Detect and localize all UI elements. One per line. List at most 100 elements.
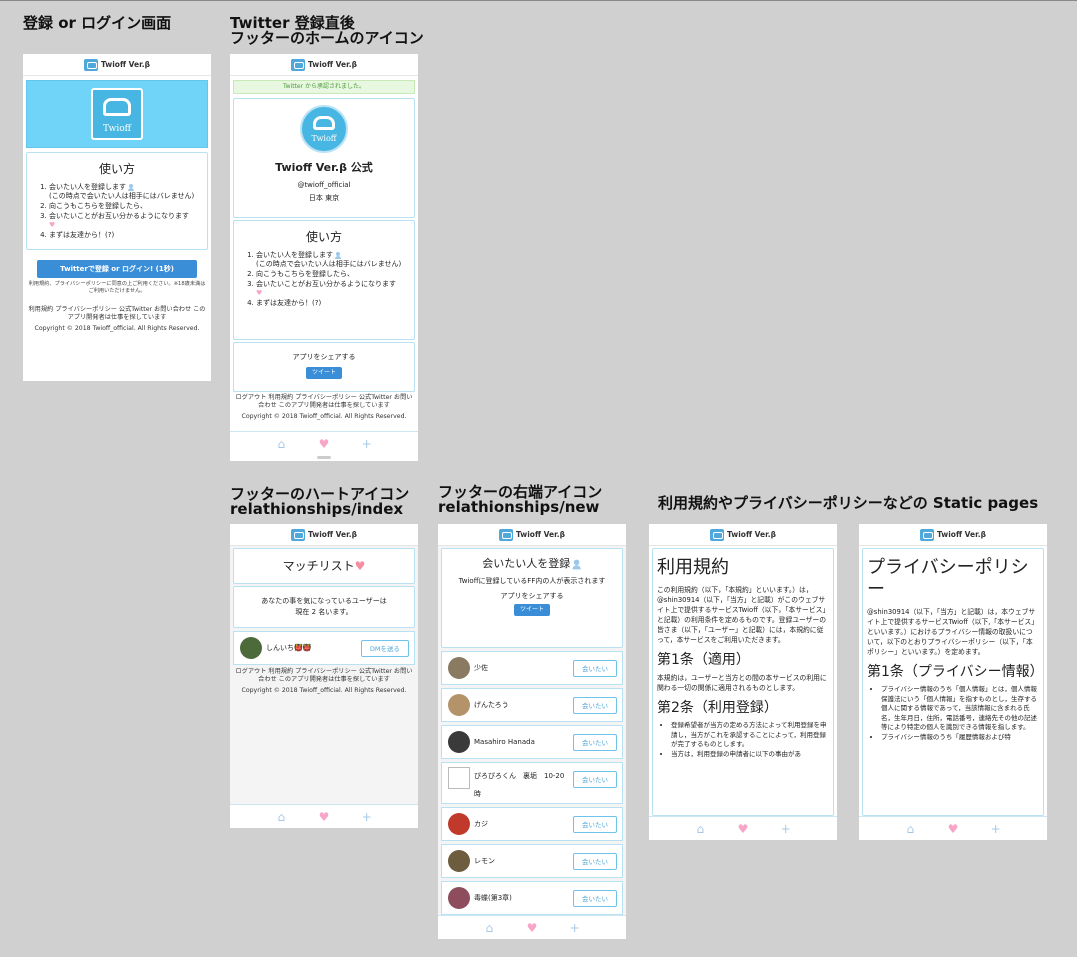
home-tab-icon[interactable]: ⌂ bbox=[271, 438, 291, 450]
dm-button[interactable]: DMを送る bbox=[360, 640, 409, 657]
screen-new-relationship: Twioff Ver.β 会いたい人を登録 Twioffに登録しているFF内の人… bbox=[438, 524, 626, 939]
tab-bar: ⌂ ♥ + bbox=[230, 804, 418, 828]
want-to-meet-button[interactable]: 会いたい bbox=[573, 734, 617, 751]
caption-heart: フッターのハートアイコン relathionships/index bbox=[230, 487, 409, 517]
home-tab-icon[interactable]: ⌂ bbox=[479, 922, 499, 934]
add-user-tab-icon[interactable]: + bbox=[776, 823, 796, 835]
app-header[interactable]: Twioff Ver.β bbox=[859, 524, 1047, 546]
usage-step: 会いたいことがお互い分かるようになります♥ bbox=[49, 212, 203, 230]
caption-line: relathionships/new bbox=[438, 498, 600, 516]
hero-banner: Twioff bbox=[26, 80, 208, 148]
matches-count: 現在 2 名います。 bbox=[295, 608, 353, 616]
user-name: カジ bbox=[474, 819, 488, 828]
user-name: Masahiro Hanada bbox=[474, 737, 535, 746]
want-to-meet-button[interactable]: 会いたい bbox=[573, 771, 617, 788]
heart-icon: ♥ bbox=[256, 289, 263, 297]
add-user-tab-icon[interactable]: + bbox=[986, 823, 1006, 835]
screen-matches: Twioff Ver.β マッチリスト♥ あなたの事を気になっているユーザーは … bbox=[230, 524, 418, 828]
avatar bbox=[448, 767, 470, 789]
flash-message: Twitter から承認されました。 bbox=[233, 80, 415, 94]
heart-tab-icon[interactable]: ♥ bbox=[522, 922, 542, 934]
want-to-meet-button[interactable]: 会いたい bbox=[573, 816, 617, 833]
logo-icon bbox=[920, 528, 935, 541]
scroll-handle[interactable] bbox=[317, 456, 331, 459]
avatar bbox=[240, 637, 262, 659]
usage-step: 会いたい人を登録します (この時点で会いたい人は相手にはバレません) bbox=[49, 183, 203, 201]
heart-tab-icon[interactable]: ♥ bbox=[733, 823, 753, 835]
share-label: アプリをシェアする bbox=[500, 592, 564, 600]
usage-step: 会いたいことがお互い分かるようになります♥ bbox=[256, 280, 410, 298]
avatar bbox=[448, 813, 470, 835]
privacy-list: プライバシー情報のうち「個人情報」とは，個人情報保護法にいう「個人情報」を指すも… bbox=[867, 685, 1039, 742]
usage-card: 使い方 会いたい人を登録します (この時点で会いたい人は相手にはバレません) 向… bbox=[26, 152, 208, 250]
want-to-meet-button[interactable]: 会いたい bbox=[573, 660, 617, 677]
caption-login: 登録 or ログイン画面 bbox=[23, 14, 172, 32]
app-header[interactable]: Twioff Ver.β bbox=[649, 524, 837, 546]
want-to-meet-button[interactable]: 会いたい bbox=[573, 890, 617, 907]
heart-tab-icon[interactable]: ♥ bbox=[314, 811, 334, 823]
app-header[interactable]: Twioff Ver.β bbox=[230, 54, 418, 76]
tweet-button[interactable]: ツイート bbox=[305, 367, 342, 379]
user-name: 毒蝶(第3章) bbox=[474, 893, 512, 902]
heart-tab-icon[interactable]: ♥ bbox=[943, 823, 963, 835]
logo-icon bbox=[84, 58, 99, 71]
home-tab-icon[interactable]: ⌂ bbox=[271, 811, 291, 823]
terms-article-heading: 第1条（適用） bbox=[657, 652, 750, 668]
usage-steps: 会いたい人を登録します (この時点で会いたい人は相手にはバレません) 向こうもこ… bbox=[238, 251, 410, 308]
avatar bbox=[448, 887, 470, 909]
match-row[interactable]: しんいち👹👹 DMを送る bbox=[233, 631, 415, 665]
footer-links[interactable]: 利用規約 プライバシーポリシー 公式Twitter お問い合わせ このアプリ開発… bbox=[23, 303, 211, 325]
screen-profile: Twioff Ver.β Twitter から承認されました。 Twioff T… bbox=[230, 54, 418, 461]
tweet-button[interactable]: ツイート bbox=[513, 604, 550, 616]
app-header[interactable]: Twioff Ver.β bbox=[230, 524, 418, 546]
add-user-tab-icon[interactable]: + bbox=[565, 922, 585, 934]
screen-login: Twioff Ver.β Twioff 使い方 会いたい人を登録します (この時… bbox=[23, 54, 211, 381]
add-user-tab-icon[interactable]: + bbox=[357, 811, 377, 823]
list-item: プライバシー情報のうち「履歴情報および特 bbox=[881, 733, 1039, 743]
want-to-meet-button[interactable]: 会いたい bbox=[573, 853, 617, 870]
app-header[interactable]: Twioff Ver.β bbox=[438, 524, 626, 546]
new-desc: Twioffに登録しているFF内の人が表示されます bbox=[458, 577, 606, 585]
footer-links[interactable]: ログアウト 利用規約 プライバシーポリシー 公式Twitter お問い合わせ こ… bbox=[230, 394, 418, 413]
profile-location: 日本 東京 bbox=[308, 194, 340, 202]
new-relationship-card: 会いたい人を登録 Twioffに登録しているFF内の人が表示されます アプリをシ… bbox=[441, 548, 623, 648]
twitter-login-button[interactable]: Twitterで登録 or ログイン! (1秒) bbox=[37, 260, 197, 278]
add-user-icon bbox=[572, 559, 583, 569]
avatar bbox=[448, 850, 470, 872]
app-title: Twioff Ver.β bbox=[516, 530, 565, 539]
terms-article-body: 本規約は，ユーザーと当方との間の本サービスの利用に関わる一切の関係に適用されるも… bbox=[657, 674, 827, 692]
share-label: アプリをシェアする bbox=[292, 353, 356, 361]
usage-step: 向こうもこちらを登録したら、 bbox=[49, 202, 203, 211]
footer-links[interactable]: ログアウト 利用規約 プライバシーポリシー 公式Twitter お問い合わせ こ… bbox=[230, 668, 418, 687]
matches-message: あなたの事を気になっているユーザーは bbox=[261, 597, 387, 605]
privacy-title: プライバシーポリシー bbox=[867, 557, 1029, 600]
user-row: 毒蝶(第3章) 会いたい bbox=[441, 881, 623, 915]
terms-title: 利用規約 bbox=[657, 557, 729, 578]
usage-step: 会いたい人を登録します (この時点で会いたい人は相手にはバレません) bbox=[256, 251, 410, 269]
user-row: レモン 会いたい bbox=[441, 844, 623, 878]
list-item: 登録希望者が当方の定める方法によって利用登録を申請し，当方がこれを承認することに… bbox=[671, 721, 829, 750]
user-row: Masahiro Hanada 会いたい bbox=[441, 725, 623, 759]
want-to-meet-button[interactable]: 会いたい bbox=[573, 697, 617, 714]
copyright: Copyright © 2018 Twioff_official. All Ri… bbox=[241, 413, 407, 420]
add-user-tab-icon[interactable]: + bbox=[357, 438, 377, 450]
matches-info-card: あなたの事を気になっているユーザーは 現在 2 名います。 bbox=[233, 586, 415, 628]
share-card: アプリをシェアする ツイート bbox=[233, 342, 415, 392]
screen-privacy: Twioff Ver.β プライバシーポリシー @shin30914（以下，「当… bbox=[859, 524, 1047, 840]
home-tab-icon[interactable]: ⌂ bbox=[690, 823, 710, 835]
add-user-icon bbox=[128, 183, 136, 191]
heart-tab-icon[interactable]: ♥ bbox=[314, 438, 334, 450]
tab-bar: ⌂ ♥ + bbox=[859, 816, 1047, 840]
usage-heading: 使い方 bbox=[98, 162, 135, 176]
top-border bbox=[0, 0, 1077, 1]
avatar bbox=[448, 694, 470, 716]
heart-icon: ♥ bbox=[354, 559, 366, 573]
copyright: Copyright © 2018 Twioff_official. All Ri… bbox=[241, 687, 407, 694]
add-user-icon bbox=[335, 251, 343, 259]
logo-icon bbox=[710, 528, 725, 541]
home-tab-icon[interactable]: ⌂ bbox=[900, 823, 920, 835]
app-title: Twioff Ver.β bbox=[101, 60, 150, 69]
avatar bbox=[448, 731, 470, 753]
app-header[interactable]: Twioff Ver.β bbox=[23, 54, 211, 76]
list-item: 当方は，利用登録の申請者に以下の事由があ bbox=[671, 750, 829, 760]
